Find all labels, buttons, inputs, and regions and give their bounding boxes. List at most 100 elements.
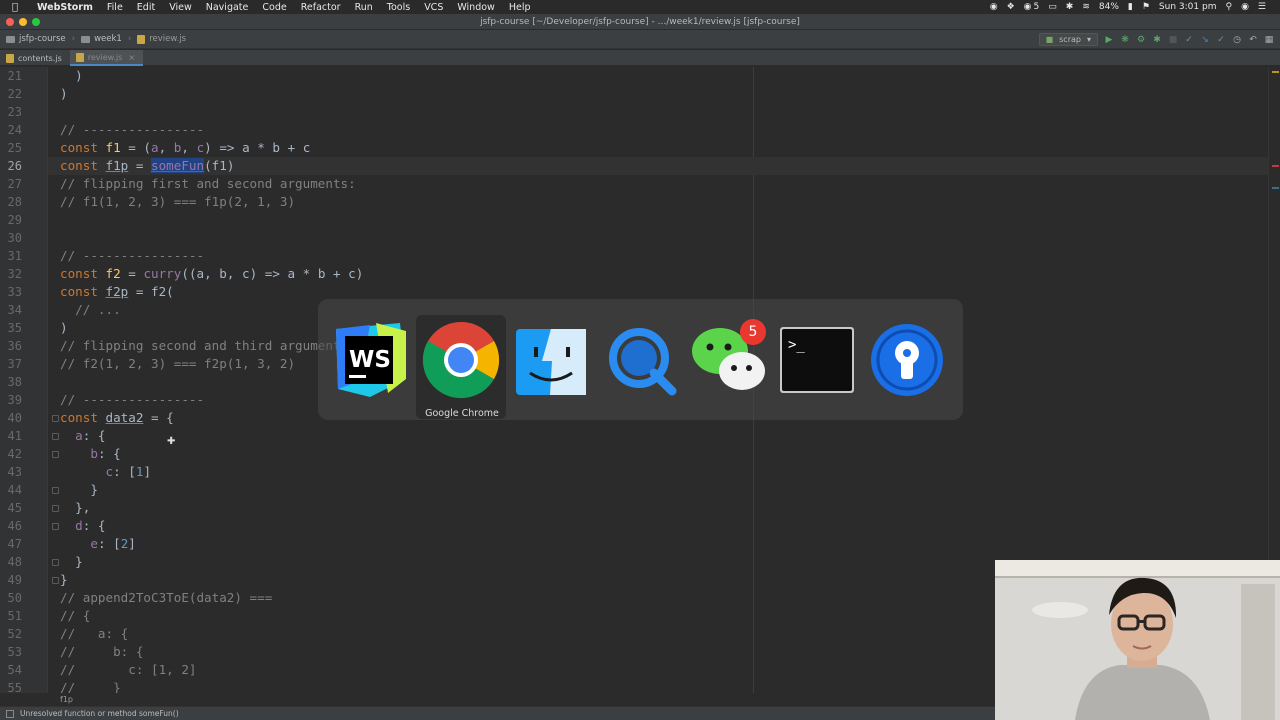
line-number[interactable]: 35 <box>0 321 22 335</box>
line-number[interactable]: 22 <box>0 87 22 101</box>
build-icon[interactable]: ✓ <box>1184 35 1194 45</box>
line-number[interactable]: 26 <box>0 159 22 173</box>
nav-crumb-project[interactable]: jsfp-course <box>0 34 72 44</box>
usage-marker[interactable] <box>1272 187 1279 189</box>
menu-refactor[interactable]: Refactor <box>294 2 348 13</box>
line-number[interactable]: 24 <box>0 123 22 137</box>
code-line-34[interactable]: // ... <box>60 301 121 319</box>
nav-crumb-file[interactable]: review.js <box>131 34 192 44</box>
menu-app-name[interactable]: WebStorm <box>30 2 100 13</box>
menu-run[interactable]: Run <box>348 2 380 13</box>
vcs-history-icon[interactable]: ◷ <box>1232 35 1242 45</box>
code-line-39[interactable]: // ---------------- <box>60 391 204 409</box>
code-line-24[interactable]: // ---------------- <box>60 121 204 139</box>
menu-tools[interactable]: Tools <box>380 2 417 13</box>
menu-file[interactable]: File <box>100 2 130 13</box>
close-window-button[interactable] <box>6 18 14 26</box>
line-number[interactable]: 37 <box>0 357 22 371</box>
code-line-40[interactable]: const data2 = { <box>60 409 174 427</box>
code-line-54[interactable]: // c: [1, 2] <box>60 661 196 679</box>
spotlight-icon[interactable]: ⚲ <box>1225 2 1232 12</box>
dropbox-icon[interactable]: ❖ <box>1007 2 1015 12</box>
fold-marker-icon[interactable] <box>52 487 59 494</box>
code-line-55[interactable]: // } <box>60 679 121 693</box>
line-number[interactable]: 27 <box>0 177 22 191</box>
tab-contents-js[interactable]: contents.js <box>0 50 70 66</box>
line-number[interactable]: 33 <box>0 285 22 299</box>
line-number[interactable]: 41 <box>0 429 22 443</box>
code-line-53[interactable]: // b: { <box>60 643 143 661</box>
line-number[interactable]: 47 <box>0 537 22 551</box>
line-number[interactable]: 46 <box>0 519 22 533</box>
battery-icon[interactable]: ▮ <box>1128 2 1133 12</box>
line-number[interactable]: 32 <box>0 267 22 281</box>
clock[interactable]: Sun 3:01 pm <box>1159 2 1217 12</box>
code-line-46[interactable]: d: { <box>60 517 105 535</box>
menu-edit[interactable]: Edit <box>130 2 162 13</box>
code-line-48[interactable]: } <box>60 553 83 571</box>
line-number[interactable]: 30 <box>0 231 22 245</box>
flag-icon[interactable]: ⚑ <box>1142 2 1150 12</box>
vcs-commit-icon[interactable]: ✓ <box>1216 35 1226 45</box>
editor-gutter[interactable]: 21 22 23 24 25 26 27 28 29 30 31 32 33 34 35 36 37 38 39 40… <box>0 67 48 693</box>
line-number[interactable]: 36 <box>0 339 22 353</box>
code-line-36[interactable]: // flipping second and third arguments: <box>60 337 356 355</box>
line-number[interactable]: 44 <box>0 483 22 497</box>
layout-icon[interactable]: ▦ <box>1264 35 1274 45</box>
app-google-chrome[interactable] <box>416 315 506 419</box>
notification-center-icon[interactable]: ☰ <box>1258 2 1266 12</box>
code-line-28[interactable]: // f1(1, 2, 3) === f1p(2, 1, 3) <box>60 193 295 211</box>
bluetooth-icon[interactable]: ✱ <box>1066 2 1074 12</box>
code-line-49[interactable]: } <box>60 571 68 589</box>
line-number[interactable]: 25 <box>0 141 22 155</box>
coverage-icon[interactable]: ⚙ <box>1136 35 1146 45</box>
run-configuration-select[interactable]: ■ scrap ▾ <box>1038 33 1098 46</box>
code-line-37[interactable]: // f2(1, 2, 3) === f2p(1, 3, 2) <box>60 355 295 373</box>
nav-crumb-folder[interactable]: week1 <box>75 34 128 44</box>
code-line-26[interactable]: const f1p = someFun(f1) <box>48 157 1280 175</box>
profile-icon[interactable]: ✱ <box>1152 35 1162 45</box>
line-number[interactable]: 43 <box>0 465 22 479</box>
code-line-21[interactable]: ) <box>60 67 83 85</box>
stop-icon[interactable]: ■ <box>1168 35 1178 45</box>
airplay-icon[interactable]: ▭ <box>1048 2 1057 12</box>
fold-marker-icon[interactable] <box>52 577 59 584</box>
line-number[interactable]: 54 <box>0 663 22 677</box>
code-line-45[interactable]: }, <box>60 499 90 517</box>
code-line-31[interactable]: // ---------------- <box>60 247 204 265</box>
line-number[interactable]: 34 <box>0 303 22 317</box>
code-line-50[interactable]: // append2ToC3ToE(data2) === <box>60 589 272 607</box>
code-line-22[interactable]: ) <box>60 85 68 103</box>
battery-percent[interactable]: 84% <box>1099 2 1119 12</box>
line-number[interactable]: 29 <box>0 213 22 227</box>
app-terminal[interactable]: >_ <box>778 321 856 399</box>
zoom-window-button[interactable] <box>32 18 40 26</box>
code-line-42[interactable]: b: { <box>60 445 120 463</box>
line-number[interactable]: 50 <box>0 591 22 605</box>
tab-review-js[interactable]: review.js × <box>69 50 144 66</box>
fold-marker-icon[interactable] <box>52 415 59 422</box>
warning-marker[interactable] <box>1272 71 1279 73</box>
error-marker[interactable] <box>1272 165 1279 167</box>
line-number[interactable]: 40 <box>0 411 22 425</box>
menu-vcs[interactable]: VCS <box>417 2 450 13</box>
code-line-33[interactable]: const f2p = f2( <box>60 283 174 301</box>
app-1password[interactable] <box>868 321 946 399</box>
debug-icon[interactable]: ❋ <box>1120 35 1130 45</box>
code-line-52[interactable]: // a: { <box>60 625 128 643</box>
code-line-41[interactable]: a: { <box>60 427 105 445</box>
vcs-revert-icon[interactable]: ↶ <box>1248 35 1258 45</box>
line-number[interactable]: 51 <box>0 609 22 623</box>
siri-icon[interactable]: ◉ <box>1241 2 1249 12</box>
line-number[interactable]: 38 <box>0 375 22 389</box>
app-finder[interactable] <box>512 321 590 399</box>
menu-help[interactable]: Help <box>502 2 538 13</box>
fold-marker-icon[interactable] <box>52 433 59 440</box>
menu-navigate[interactable]: Navigate <box>199 2 256 13</box>
app-webstorm[interactable]: WS <box>330 321 408 399</box>
menu-window[interactable]: Window <box>450 2 501 13</box>
line-number[interactable]: 31 <box>0 249 22 263</box>
line-number[interactable]: 48 <box>0 555 22 569</box>
close-tab-icon[interactable]: × <box>128 53 135 62</box>
line-number[interactable]: 28 <box>0 195 22 209</box>
